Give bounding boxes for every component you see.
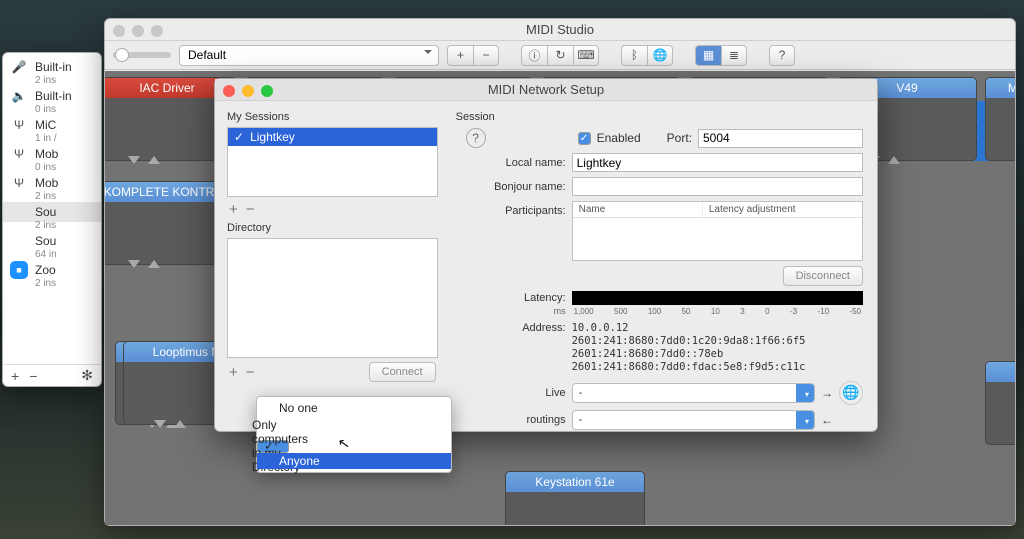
close-icon[interactable]	[223, 85, 235, 97]
column-latency: Latency adjustment	[703, 202, 802, 217]
directory-label: Directory	[227, 222, 438, 234]
zoom-slider[interactable]	[113, 52, 171, 58]
bluetooth-button[interactable]: ᛒ	[621, 45, 647, 66]
usb-icon: Ψ	[9, 146, 29, 162]
disconnect-button[interactable]: Disconnect	[783, 266, 863, 286]
midi-device-node[interactable]: Looptimus	[985, 361, 1015, 445]
directory-listbox[interactable]	[227, 238, 438, 358]
column-name: Name	[573, 202, 703, 217]
device-row[interactable]: 🎤Built-in	[3, 57, 101, 77]
enabled-checkbox[interactable]: ✓	[578, 132, 591, 145]
speaker-icon: 🔈	[9, 88, 29, 104]
add-device-button[interactable]: +	[11, 368, 19, 384]
live-routing-out-select[interactable]: -▾	[572, 410, 815, 430]
window-title: MIDI Network Setup	[488, 82, 604, 97]
device-list: 🎤Built-in2 ins🔈Built-in0 insΨMiC1 in /ΨM…	[3, 53, 101, 289]
network-button[interactable]: 🌐	[647, 45, 673, 66]
window-titlebar: MIDI Studio	[105, 19, 1015, 41]
add-button[interactable]: +	[447, 45, 473, 66]
port-label: Port:	[667, 131, 692, 145]
connection-policy-menu[interactable]: No one Only computers in my DirectoryAnyo…	[256, 396, 452, 473]
help-button[interactable]: ?	[769, 45, 795, 66]
connect-button[interactable]: Connect	[369, 362, 436, 382]
midi-network-setup-window: MIDI Network Setup My Sessions ✓ Lightke…	[214, 78, 878, 432]
bonjour-name-input[interactable]	[572, 177, 863, 196]
zoom-icon: ■	[10, 261, 28, 279]
midi-device-node[interactable]: Matthew's iPhone	[985, 77, 1015, 161]
device-row[interactable]: Sou	[3, 231, 101, 251]
test-setup-button[interactable]: ⌨	[573, 45, 599, 66]
mic-icon: 🎤	[9, 59, 29, 75]
node-header: Keystation 61e	[506, 472, 644, 492]
help-icon[interactable]: ?	[466, 128, 486, 148]
participants-label: Participants:	[456, 201, 566, 217]
node-header: Matthew's iPhone	[986, 78, 1015, 98]
remove-device-button[interactable]: −	[29, 368, 37, 384]
live-label: Live	[456, 387, 566, 399]
node-header: Looptimus	[986, 362, 1015, 382]
latency-label: Latency:	[456, 292, 566, 304]
latency-meter	[572, 291, 863, 305]
bonjour-name-label: Bonjour name:	[456, 181, 566, 193]
window-title: MIDI Studio	[526, 22, 594, 37]
minimize-icon[interactable]	[242, 85, 254, 97]
session-section-label: Session	[456, 111, 566, 123]
minimize-icon[interactable]	[132, 25, 144, 37]
local-name-input[interactable]	[572, 153, 863, 172]
icon-view-button[interactable]: ▦	[695, 45, 721, 66]
address-label: Address:	[456, 322, 566, 334]
menu-option[interactable]: No one	[257, 400, 451, 416]
arrow-left-icon: ←	[821, 413, 833, 427]
sessions-listbox[interactable]: ✓ Lightkey	[227, 127, 438, 197]
settings-gear-icon[interactable]: ✻	[81, 367, 93, 384]
usb-icon: Ψ	[9, 117, 29, 133]
session-name: Lightkey	[250, 130, 295, 144]
none-icon	[9, 204, 29, 220]
checkbox-checked-icon[interactable]: ✓	[234, 130, 244, 144]
midi-device-node[interactable]: Keystation 61e	[505, 471, 645, 525]
list-view-button[interactable]: ≣	[721, 45, 747, 66]
device-row[interactable]: 🔈Built-in	[3, 86, 101, 106]
latency-ticks: 1,000500100501030-3-10-50	[572, 307, 863, 316]
device-row[interactable]: ΨMob	[3, 144, 101, 164]
device-row[interactable]: Sou	[3, 202, 101, 222]
device-row[interactable]: ■Zoo	[3, 260, 101, 280]
audio-devices-window: 🎤Built-in2 ins🔈Built-in0 insΨMiC1 in /ΨM…	[2, 52, 102, 387]
close-icon[interactable]	[113, 25, 125, 37]
configuration-value: Default	[188, 48, 226, 62]
window-controls[interactable]	[113, 25, 163, 37]
local-name-label: Local name:	[456, 157, 566, 169]
participants-table[interactable]: Name Latency adjustment	[572, 201, 863, 261]
add-session-button[interactable]: +	[229, 201, 238, 218]
rescan-button[interactable]: ↻	[547, 45, 573, 66]
arrow-right-icon: →	[821, 386, 833, 400]
remove-button[interactable]: −	[473, 45, 499, 66]
usb-icon: Ψ	[9, 175, 29, 191]
remove-directory-button[interactable]: −	[246, 364, 255, 381]
menu-option[interactable]: Anyone	[257, 453, 451, 469]
add-directory-button[interactable]: +	[229, 364, 238, 381]
window-titlebar: MIDI Network Setup	[215, 79, 877, 101]
window-controls[interactable]	[223, 85, 273, 97]
device-list-footer: + − ✻	[3, 364, 101, 386]
zoom-icon[interactable]	[261, 85, 273, 97]
port-input[interactable]	[698, 129, 863, 148]
address-list: 10.0.0.122601:241:8680:7dd0:1c20:9da8:1f…	[572, 322, 806, 375]
none-icon	[9, 233, 29, 249]
device-row[interactable]: ΨMob	[3, 173, 101, 193]
configuration-select[interactable]: Default	[179, 45, 439, 66]
session-item[interactable]: ✓ Lightkey	[228, 128, 437, 146]
enabled-label: Enabled	[597, 131, 641, 145]
toolbar: Default + − ⓘ ↻ ⌨ ᛒ 🌐 ▦ ≣ ?	[105, 41, 1015, 70]
latency-unit: ms	[456, 306, 566, 316]
menu-option[interactable]: Only computers in my Directory	[257, 440, 289, 453]
globe-icon: 🌐	[839, 381, 863, 405]
info-button[interactable]: ⓘ	[521, 45, 547, 66]
routings-label: routings	[456, 414, 566, 426]
my-sessions-label: My Sessions	[227, 111, 438, 123]
live-routing-in-select[interactable]: -▾	[572, 383, 815, 403]
device-row[interactable]: ΨMiC	[3, 115, 101, 135]
remove-session-button[interactable]: −	[246, 201, 255, 218]
zoom-icon[interactable]	[151, 25, 163, 37]
